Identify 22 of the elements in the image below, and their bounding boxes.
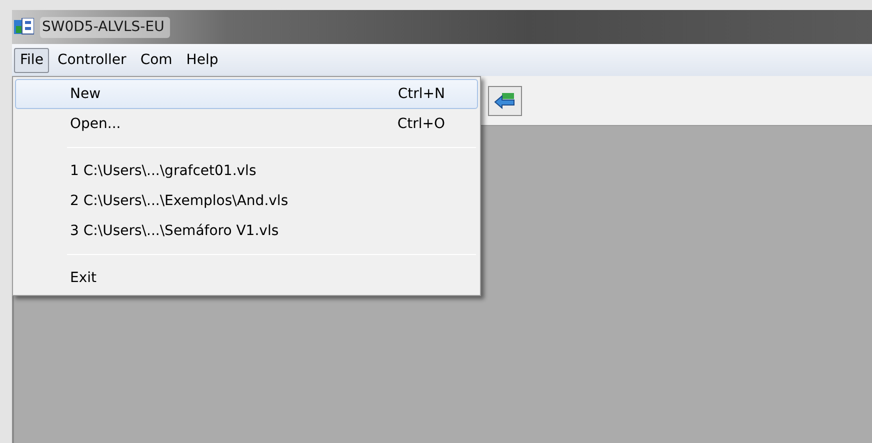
app-icon [14, 18, 34, 36]
menu-item[interactable]: Com [134, 48, 178, 72]
menu-entry-label: New [70, 84, 101, 104]
menu-entry-label: 2 C:\Users\...\Exemplos\And.vls [70, 192, 288, 210]
shortcut-label: Ctrl+O [397, 114, 445, 134]
menu-entry-label: 1 C:\Users\...\grafcet01.vls [70, 162, 256, 180]
menu-entry-label: 3 C:\Users\...\Semáforo V1.vls [70, 222, 279, 240]
menu-entry[interactable]: 2 C:\Users\...\Exemplos\And.vls [15, 186, 478, 216]
shortcut-label: Ctrl+N [398, 84, 445, 104]
menu-entry[interactable]: Exit [15, 263, 478, 293]
menu-entry-label: Open... [70, 114, 121, 134]
menu-item[interactable]: File [14, 48, 50, 72]
menu-item[interactable]: Controller [51, 48, 132, 72]
menu-item[interactable]: Help [180, 48, 224, 72]
menu-entry[interactable]: 3 C:\Users\...\Semáforo V1.vls [15, 216, 478, 246]
menu-entry[interactable]: Open... Ctrl+O [15, 109, 478, 139]
window-title: SW0D5-ALVLS-EU [40, 16, 170, 38]
left-arrow-icon [494, 92, 516, 110]
menu-entry[interactable]: 1 C:\Users\...\grafcet01.vls [15, 156, 478, 186]
menu-entry-label: Exit [70, 268, 97, 288]
menu-entry[interactable]: New Ctrl+N [15, 79, 478, 109]
toolbar-button[interactable] [488, 86, 522, 116]
